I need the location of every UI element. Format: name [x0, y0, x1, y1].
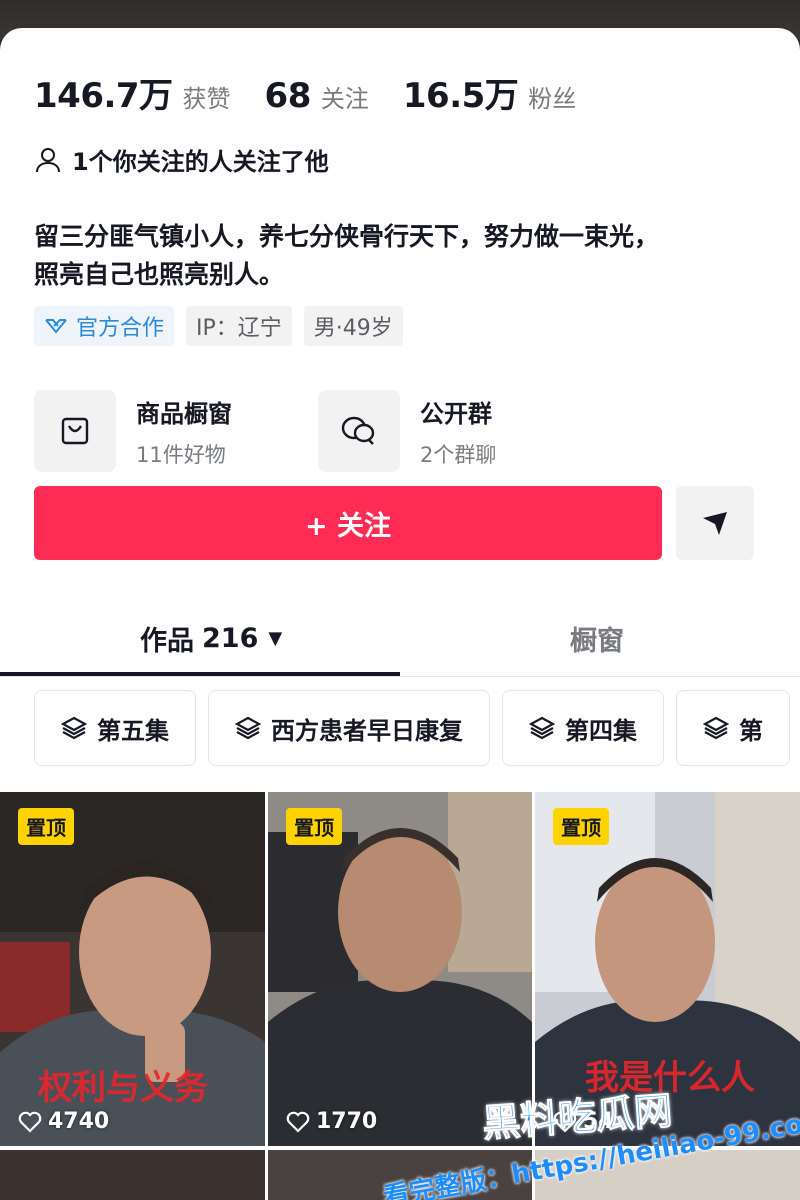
gender-age-tag: 男·49岁	[303, 306, 403, 346]
tab-works-label: 作品	[140, 625, 194, 657]
share-button[interactable]	[676, 486, 754, 560]
collection-chip-label: 第	[739, 716, 763, 745]
public-group-entry[interactable]: 公开群 2个群聊	[318, 390, 602, 472]
layers-icon	[61, 716, 87, 740]
official-cooperation-tag[interactable]: 官方合作	[34, 306, 175, 346]
tab-works-count: 216	[202, 622, 259, 654]
collection-chip[interactable]: 西方患者早日康复	[208, 690, 490, 766]
tab-divider	[0, 676, 800, 677]
caret-down-icon: ▼	[268, 627, 283, 649]
bio-line: 留三分匪气镇小人，养七分侠骨行天下，努力做一束光，	[34, 222, 660, 251]
feature-entries: 商品橱窗 11件好物 公开群 2个群聊	[34, 390, 602, 472]
layers-icon	[529, 716, 555, 740]
stat-following[interactable]: 68 关注	[265, 76, 369, 116]
video-thumbnail[interactable]	[0, 1150, 265, 1200]
layers-icon	[235, 716, 261, 740]
collection-chip-label: 第四集	[565, 716, 637, 745]
shop-window-title: 商品橱窗	[136, 399, 232, 428]
shopping-bag-icon	[34, 390, 116, 472]
video-thumbnail[interactable]: 权利与义务 置顶 4740	[0, 792, 265, 1146]
person-icon	[36, 147, 60, 172]
profile-stats: 146.7万 获赞 68 关注 16.5万 粉丝	[34, 68, 610, 117]
collection-chip-label: 西方患者早日康复	[271, 716, 463, 745]
bio: 留三分匪气镇小人，养七分侠骨行天下，努力做一束光， 照亮自己也照亮别人。	[34, 218, 764, 294]
stat-followers[interactable]: 16.5万 粉丝	[403, 68, 576, 117]
collection-chip[interactable]: 第	[676, 690, 790, 766]
collection-chip[interactable]: 第五集	[34, 690, 196, 766]
tab-window[interactable]: 橱窗	[570, 608, 624, 668]
mutual-follow-text: 1个你关注的人关注了他	[72, 148, 329, 176]
public-group-title: 公开群	[420, 399, 492, 428]
pinned-badge: 置顶	[286, 808, 342, 845]
public-group-subtitle: 2个群聊	[420, 442, 497, 467]
shop-window-subtitle: 11件好物	[136, 442, 226, 467]
official-cooperation-label: 官方合作	[76, 316, 165, 341]
video-likes-count: 4740	[48, 1109, 110, 1134]
video-likes: 1770	[286, 1109, 377, 1134]
mutual-follow-row[interactable]: 1个你关注的人关注了他	[34, 142, 329, 177]
tab-works[interactable]: 作品 216 ▼	[140, 608, 282, 668]
handshake-icon	[45, 319, 67, 334]
profile-sheet: 146.7万 获赞 68 关注 16.5万 粉丝 1个你关注的人关注了他 留三分…	[0, 28, 800, 1200]
stat-likes-label: 获赞	[182, 85, 231, 113]
pinned-badge: 置顶	[553, 808, 609, 845]
chat-bubbles-icon	[318, 390, 400, 472]
stat-followers-label: 粉丝	[528, 85, 577, 113]
ip-tag: IP：辽宁	[186, 306, 292, 346]
follow-button[interactable]: + 关注	[34, 486, 662, 560]
stat-following-label: 关注	[320, 85, 369, 113]
collection-chip[interactable]: 第四集	[502, 690, 664, 766]
stat-likes-value: 146.7万	[34, 76, 173, 116]
profile-tags: 官方合作 IP：辽宁 男·49岁	[34, 306, 415, 346]
heart-icon	[286, 1111, 310, 1133]
stat-following-value: 68	[264, 76, 312, 116]
send-arrow-icon	[703, 512, 727, 535]
collection-chip-label: 第五集	[97, 716, 169, 745]
pinned-badge: 置顶	[18, 808, 74, 845]
video-caption: 权利与义务	[38, 1068, 208, 1108]
video-likes-count: 1770	[316, 1109, 378, 1134]
bio-line: 照亮自己也照亮别人。	[34, 260, 285, 289]
heart-icon	[18, 1111, 42, 1133]
collection-chips: 第五集 西方患者早日康复 第四集 第	[34, 690, 800, 766]
shop-window-entry[interactable]: 商品橱窗 11件好物	[34, 390, 318, 472]
layers-icon	[703, 716, 729, 740]
content-tabs: 作品 216 ▼ 橱窗	[0, 608, 800, 680]
stat-likes[interactable]: 146.7万 获赞	[34, 68, 231, 117]
stat-followers-value: 16.5万	[402, 76, 519, 116]
video-likes: 4740	[18, 1109, 109, 1134]
